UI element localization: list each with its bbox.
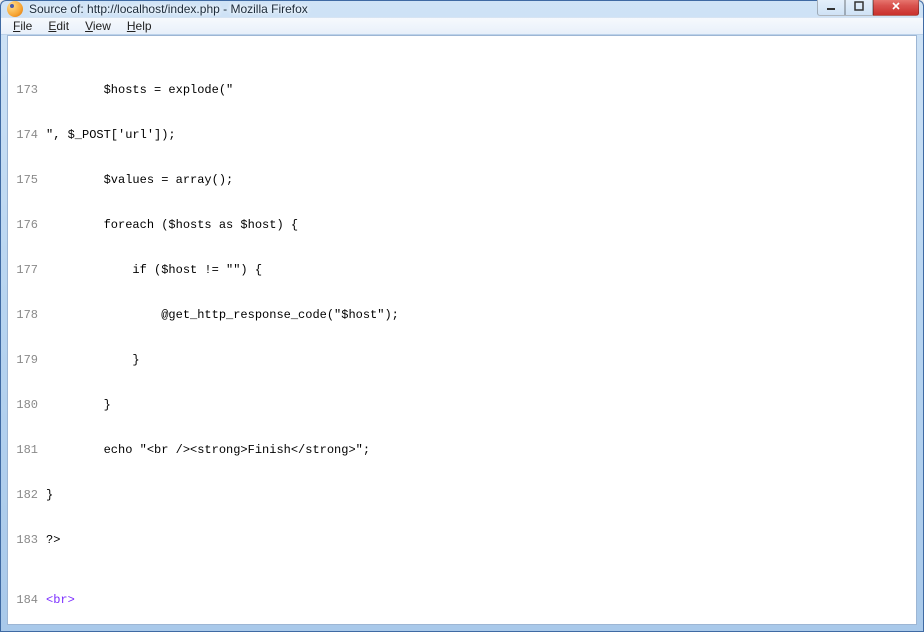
source-line: 180 } [8,398,916,413]
source-line: 182} [8,488,916,503]
source-line: 179 } [8,353,916,368]
source-line: 173 $hosts = explode(" [8,83,916,98]
maximize-button[interactable] [845,0,873,16]
source-code: 173 $hosts = explode(" 174", $_POST['url… [8,36,916,625]
minimize-button[interactable] [817,0,845,16]
line-number: 179 [8,353,46,368]
menu-edit[interactable]: Edit [40,18,77,34]
source-line: 174", $_POST['url']); [8,128,916,143]
maximize-icon [854,1,864,11]
line-number: 181 [8,443,46,458]
source-line: 175 $values = array(); [8,173,916,188]
source-line: 176 foreach ($hosts as $host) { [8,218,916,233]
menu-file[interactable]: File [5,18,40,34]
source-line: 177 if ($host != "") { [8,263,916,278]
source-viewport[interactable]: 173 $hosts = explode(" 174", $_POST['url… [7,35,917,625]
source-line: 181 echo "<br /><strong>Finish</strong>"… [8,443,916,458]
close-button[interactable] [873,0,919,16]
window-controls [817,0,919,16]
line-number: 184 [8,593,46,608]
line-number: 182 [8,488,46,503]
line-number: 176 [8,218,46,233]
source-line: 183?> [8,533,916,548]
line-number: 183 [8,533,46,548]
line-number: 173 [8,83,46,98]
line-number: 177 [8,263,46,278]
close-icon [891,1,901,11]
minimize-icon [826,1,836,11]
menubar: File Edit View Help [1,17,923,35]
source-line: 184<br> [8,593,916,608]
line-number: 175 [8,173,46,188]
line-number: 174 [8,128,46,143]
source-line: 178 @get_http_response_code("$host"); [8,308,916,323]
window-title: Source of: http://localhost/index.php - … [29,2,817,16]
menu-help[interactable]: Help [119,18,160,34]
line-number: 178 [8,308,46,323]
line-number: 180 [8,398,46,413]
menu-view[interactable]: View [77,18,119,34]
firefox-icon [7,1,23,17]
firefox-window: Source of: http://localhost/index.php - … [0,0,924,632]
titlebar[interactable]: Source of: http://localhost/index.php - … [1,1,923,17]
